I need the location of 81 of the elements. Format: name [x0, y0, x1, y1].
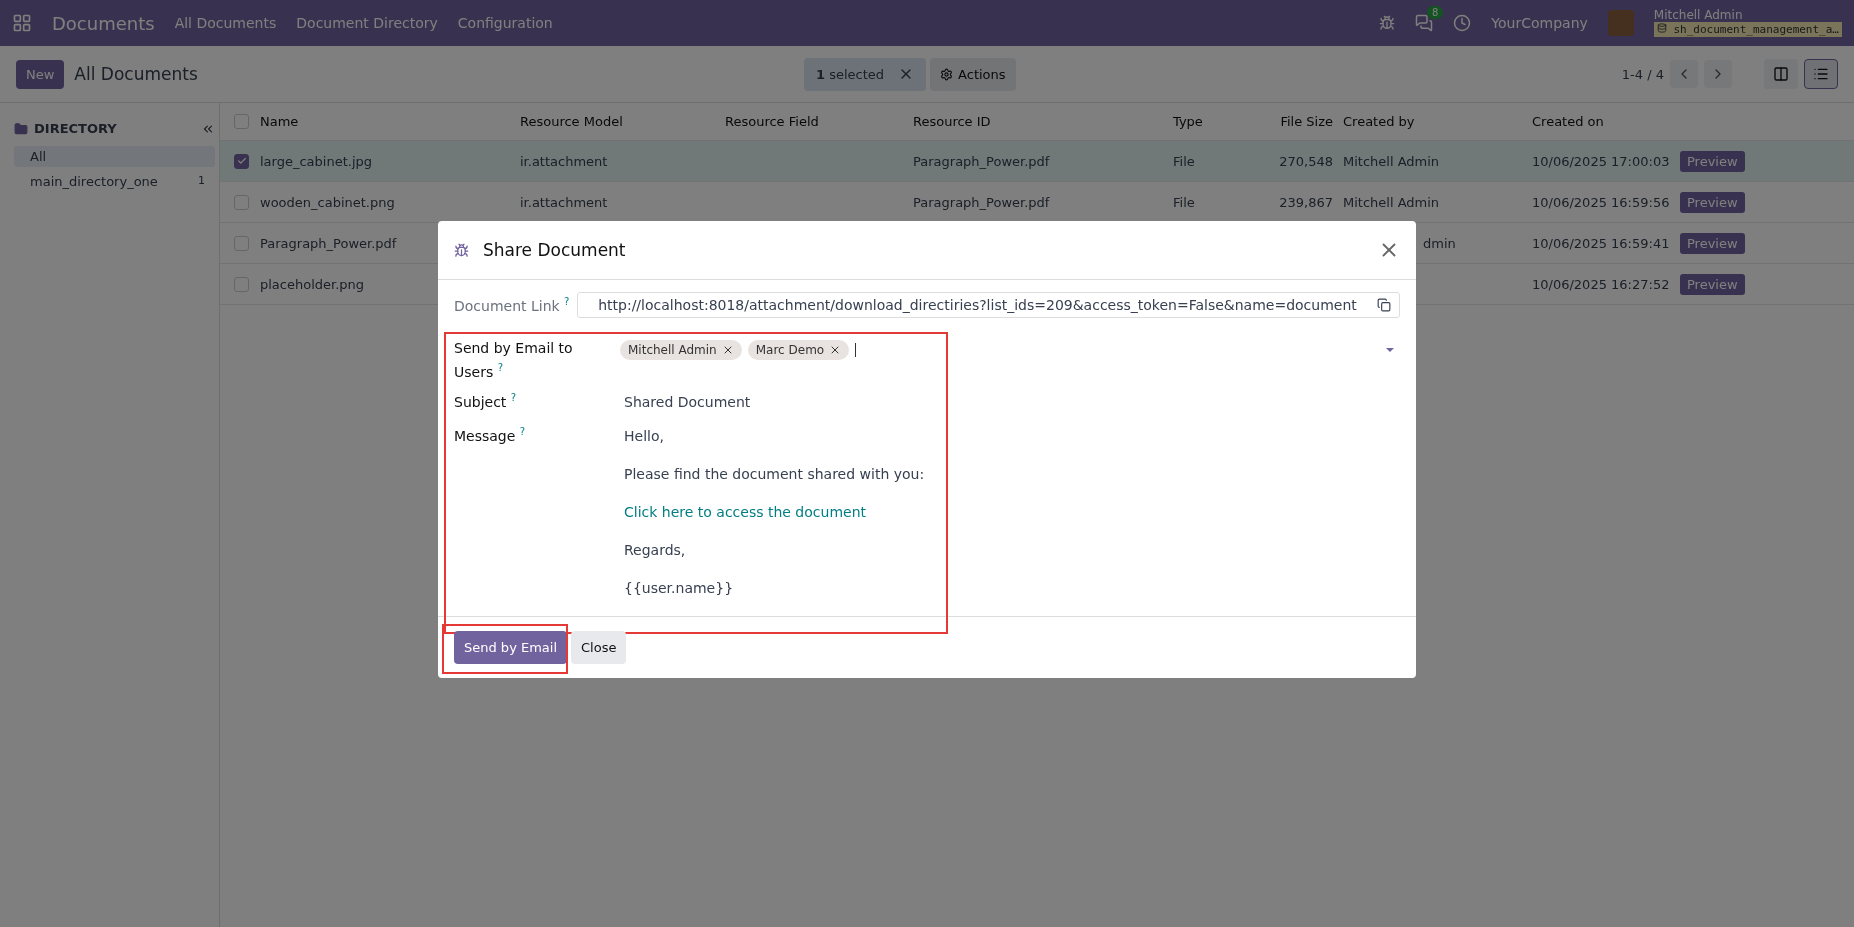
message-line: Hello, [624, 427, 664, 444]
preview-button[interactable]: Preview [1680, 273, 1745, 295]
field-label: Document Link $^{?}$ [454, 295, 571, 316]
table-cell: dmin [1423, 235, 1456, 251]
actions-button[interactable]: Actions [930, 57, 1016, 91]
table-cell: 10/06/2025 16:59:41 [1532, 235, 1670, 251]
preview-button[interactable]: Preview [1680, 150, 1745, 172]
column-header[interactable]: File Size [1280, 114, 1333, 129]
folder-icon [14, 121, 28, 136]
user-name: Mitchell Admin [1653, 8, 1744, 23]
table-cell: ir.attachment [520, 194, 608, 210]
preview-button[interactable]: Preview [1680, 191, 1745, 213]
next-button[interactable] [1704, 60, 1732, 88]
table-cell: 270,548 [1279, 153, 1333, 169]
subject-value[interactable]: Shared Document [577, 387, 751, 416]
field-label: Subject $^{?}$ [454, 390, 518, 412]
view-button[interactable] [1804, 59, 1838, 89]
table-cell: File [1173, 153, 1195, 169]
link-field[interactable]: http://localhost:8018/attachment/download_directiries?list_ids=209&access_token=False&name=document [577, 292, 1400, 318]
menu-item[interactable]: All Documents [174, 15, 277, 31]
field-label: Send by Email to Users $^{?}$ [454, 339, 574, 382]
database-name: sh_document_management_a… [1653, 22, 1842, 38]
column-header[interactable]: Resource Model [520, 114, 623, 129]
table-cell: Paragraph_Power.pdf [260, 235, 397, 251]
table-cell: placeholder.png [260, 276, 365, 292]
sidebar-item[interactable]: main_directory_one 1 [14, 171, 215, 192]
dropdown-caret[interactable] [1386, 348, 1394, 352]
menu-item[interactable]: Configuration [457, 15, 553, 31]
dialog-title: Share Document [483, 240, 627, 260]
new-button[interactable]: New [16, 59, 65, 89]
user-tag: Mitchell Admin [620, 340, 742, 360]
message-line: {{user.name}} [624, 579, 734, 596]
checkbox[interactable] [234, 153, 249, 169]
breadcrumb: All Documents [74, 64, 198, 84]
kanban-icon [1773, 66, 1789, 82]
table-cell: File [1173, 194, 1195, 210]
column-header[interactable]: Resource Field [725, 114, 819, 129]
user-tag: Marc Demo [747, 340, 850, 360]
bug-icon [454, 242, 469, 258]
sidebar-item[interactable]: All [14, 146, 215, 167]
database-icon [1656, 23, 1667, 34]
column-header[interactable]: Resource ID [913, 114, 991, 129]
message-link[interactable]: Click here to access the document [624, 503, 866, 520]
table-cell: 239,867 [1279, 194, 1333, 210]
column-header[interactable]: Type [1173, 114, 1203, 129]
table-cell: wooden_cabinet.png [260, 194, 395, 210]
sidebar-title: DIRECTORY [34, 121, 117, 136]
pager-value: 1-4 / 4 [1621, 66, 1664, 82]
table-cell: 10/06/2025 16:27:52 [1532, 276, 1670, 292]
menu-item[interactable]: Document Directory [296, 15, 438, 31]
close-button[interactable]: Close [571, 630, 627, 664]
check-icon [236, 156, 247, 166]
copy-icon[interactable] [1377, 298, 1391, 312]
previous-button[interactable] [1670, 60, 1698, 88]
table-cell: Paragraph_Power.pdf [913, 153, 1050, 169]
message-line: Please find the document shared with you: [624, 465, 925, 482]
field-label: Message $^{?}$ [454, 424, 527, 446]
table-cell: large_cabinet.jpg [260, 153, 372, 169]
company-name[interactable]: YourCompany [1491, 15, 1588, 31]
selection-count: 1 selected [816, 66, 885, 82]
activity-icon[interactable] [1453, 14, 1472, 32]
preview-button[interactable]: Preview [1680, 232, 1745, 254]
table-cell: 10/06/2025 16:59:56 [1532, 194, 1670, 210]
table-cell: Mitchell Admin [1343, 153, 1440, 169]
message-line: Regards, [624, 541, 686, 558]
table-cell: 10/06/2025 17:00:03 [1532, 153, 1670, 169]
app-title[interactable]: Documents [52, 12, 155, 34]
table-cell: Paragraph_Power.pdf [913, 194, 1050, 210]
table-cell: ir.attachment [520, 153, 608, 169]
column-header[interactable]: Created on [1532, 114, 1604, 129]
message-count: 8 [1426, 6, 1444, 19]
view-button[interactable] [1764, 59, 1798, 89]
send-button[interactable]: Send by Email [454, 630, 568, 664]
column-header[interactable]: Created by [1343, 114, 1415, 129]
debug-icon[interactable] [1379, 15, 1396, 31]
apps-menu-icon[interactable] [12, 13, 32, 33]
list-icon [1813, 66, 1829, 82]
table-cell: Mitchell Admin [1343, 194, 1440, 210]
gear-icon [940, 67, 954, 81]
column-header[interactable]: Name [260, 114, 299, 129]
chat-icon[interactable] [1415, 14, 1434, 32]
